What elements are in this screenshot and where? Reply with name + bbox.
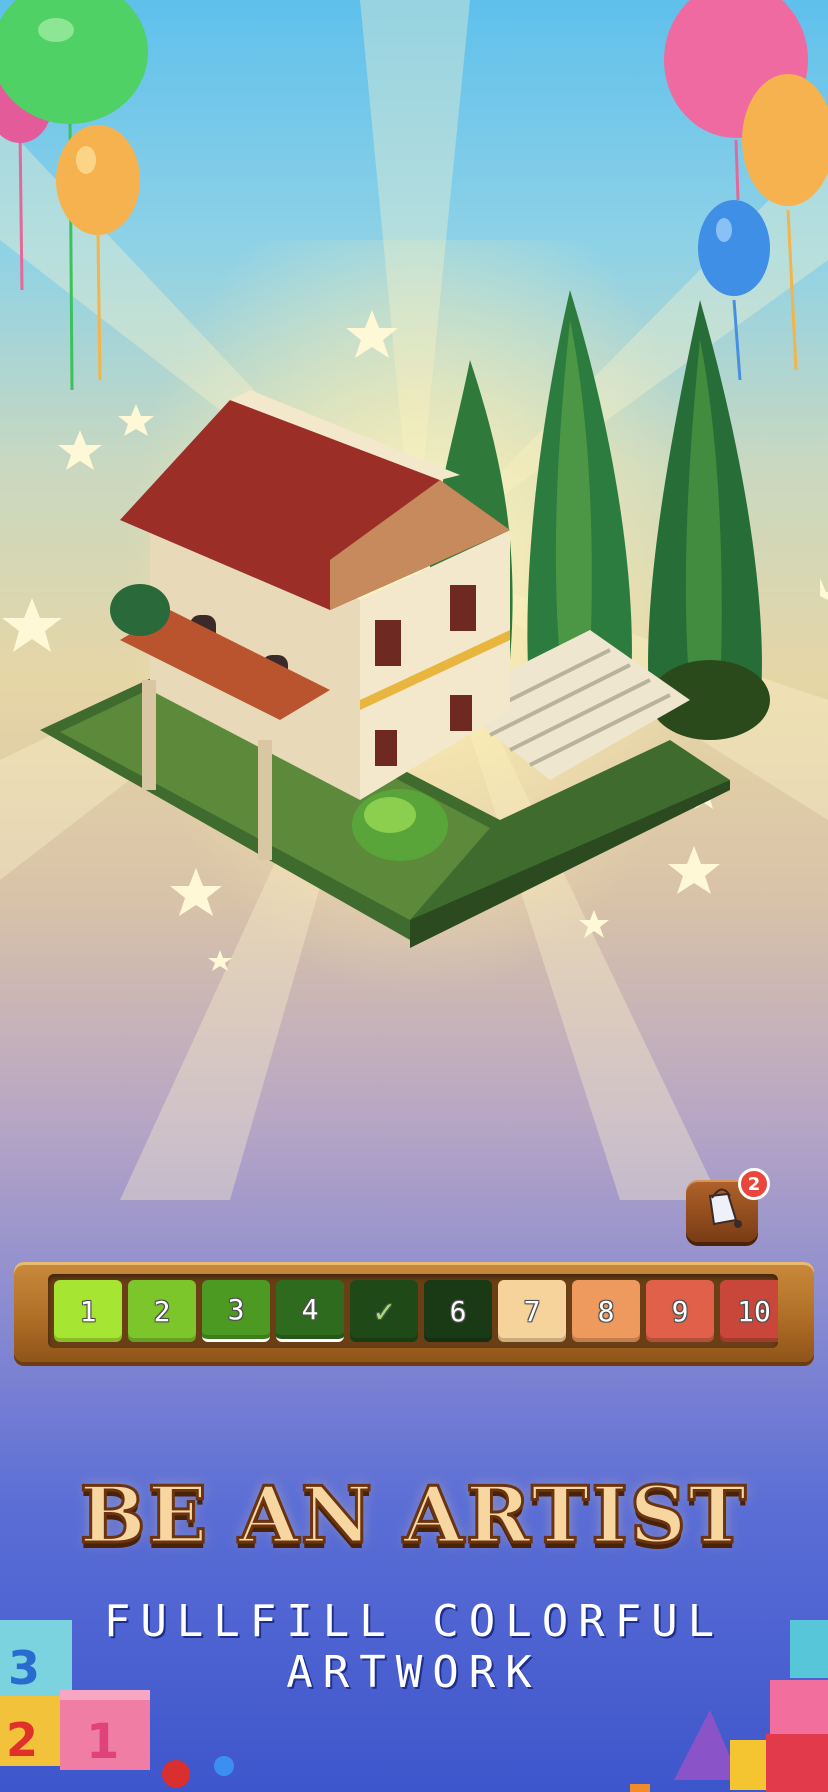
palette-swatch-8[interactable]: 8 [572,1280,640,1342]
palette-swatch-4[interactable]: 4 [276,1280,344,1342]
headline-title: BE AN ARTIST [78,1469,749,1563]
bucket-count-badge: 2 [738,1168,770,1200]
svg-text:2: 2 [6,1713,38,1767]
toy-blocks-decoration: 3 2 1 [0,1620,828,1792]
palette-swatch-5[interactable]: ✓ [350,1280,418,1342]
palette-swatch-6[interactable]: 6 [424,1280,492,1342]
palette-swatch-7[interactable]: 7 [498,1280,566,1342]
pixel-house-artwork [40,290,770,948]
color-palette-bar: 1 2 3 4 ✓ 6 7 8 9 10 [14,1262,814,1362]
svg-text:3: 3 [8,1641,40,1695]
palette-swatch-10[interactable]: 10 [720,1280,778,1342]
palette-swatch-3[interactable]: 3 [202,1280,270,1342]
palette-swatch-9[interactable]: 9 [646,1280,714,1342]
svg-text:1: 1 [86,1714,119,1770]
palette-swatch-1[interactable]: 1 [54,1280,122,1342]
palette-swatch-list: 1 2 3 4 ✓ 6 7 8 9 10 [48,1274,778,1348]
palette-swatch-2[interactable]: 2 [128,1280,196,1342]
